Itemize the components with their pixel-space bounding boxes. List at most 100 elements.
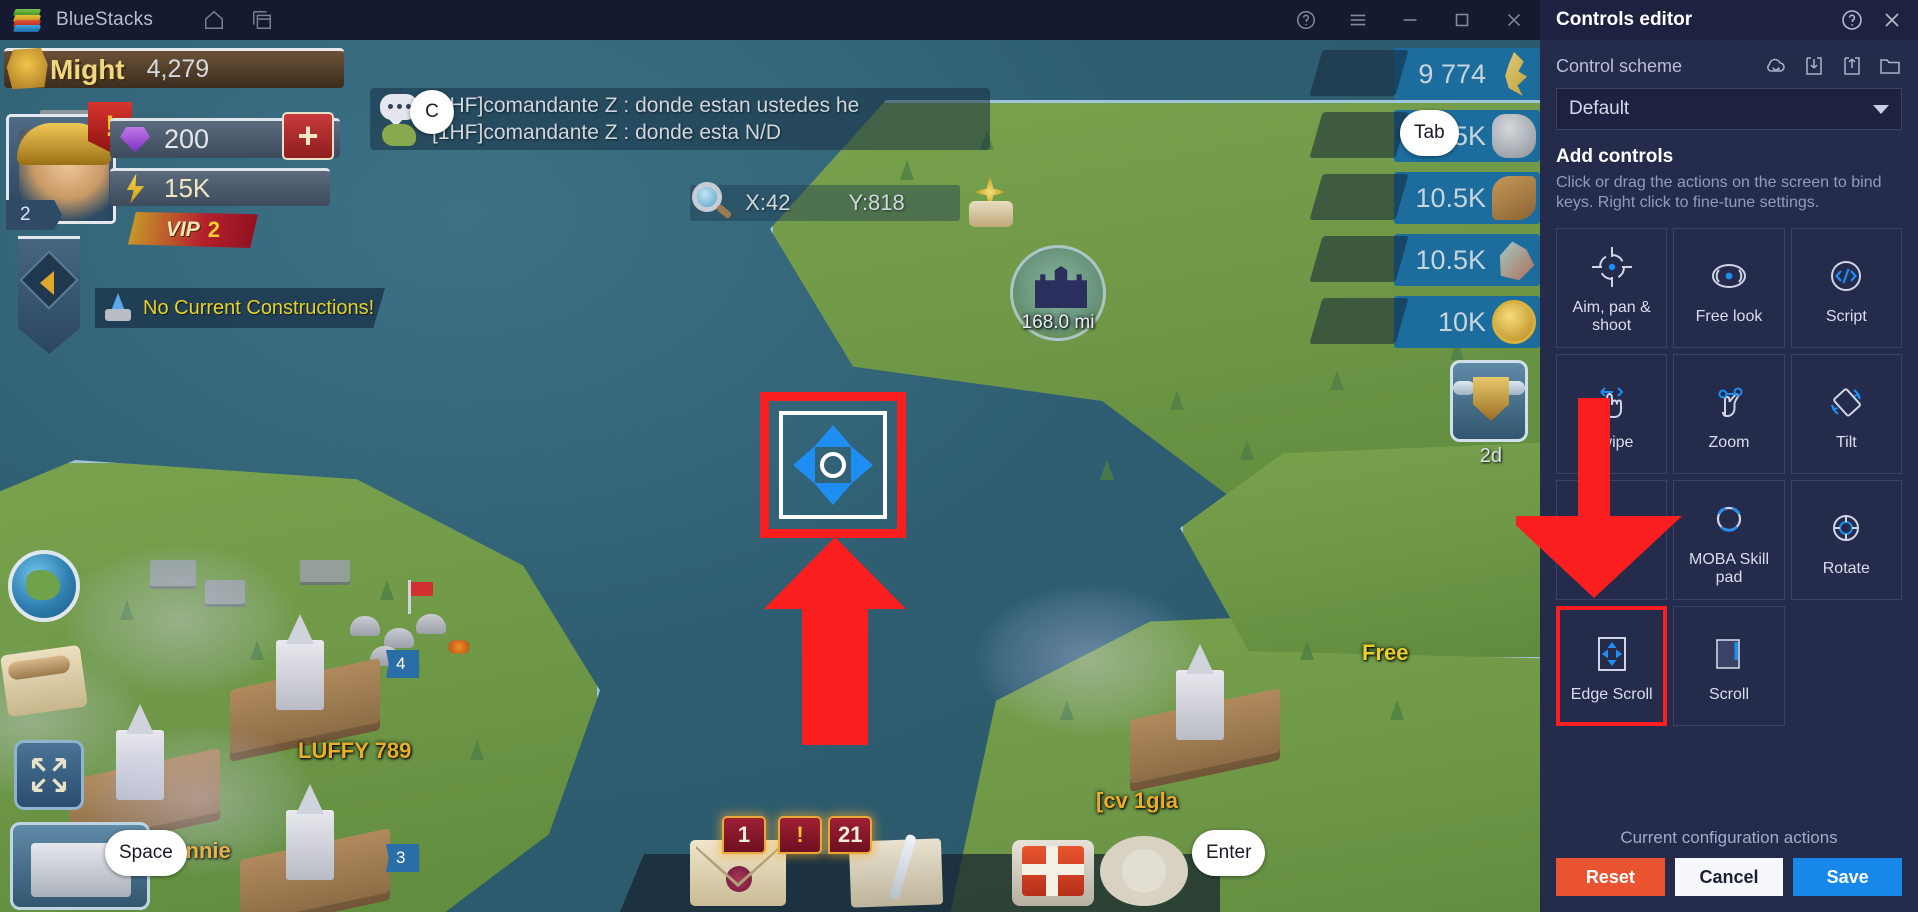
resource-value: 10K xyxy=(1437,306,1486,337)
arrow-left-icon xyxy=(793,446,815,484)
control-tile-rotate[interactable]: Rotate xyxy=(1790,479,1902,600)
menu-icon[interactable] xyxy=(1332,0,1384,40)
control-tile-scroll[interactable]: Scroll xyxy=(1673,605,1785,726)
control-tile-aim-pan-shoot[interactable]: Aim, pan & shoot xyxy=(1556,227,1668,348)
compass-scroll-icon[interactable] xyxy=(965,175,1021,231)
arrow-right-icon xyxy=(851,446,873,484)
minimize-icon[interactable] xyxy=(1384,0,1436,40)
moba-skill-icon xyxy=(1705,493,1753,545)
folder-icon[interactable] xyxy=(1878,54,1902,78)
center-dot-icon xyxy=(820,452,846,478)
control-tile-free-look[interactable]: Free look xyxy=(1673,227,1785,348)
map-tree xyxy=(1100,460,1114,480)
key-hint-space[interactable]: Space xyxy=(105,830,187,876)
bluestacks-titlebar: BlueStacks xyxy=(0,0,1540,40)
resource-row-wood[interactable]: 10.5K xyxy=(1394,172,1540,224)
settings-gear-button[interactable] xyxy=(1100,836,1188,906)
construction-banner[interactable]: No Current Constructions! xyxy=(95,288,385,328)
map-tree xyxy=(1330,370,1344,390)
crosshair-icon xyxy=(1588,241,1636,293)
map-tree xyxy=(1240,440,1254,460)
cancel-button[interactable]: Cancel xyxy=(1674,858,1784,896)
resource-value: 9 774 xyxy=(1418,58,1486,89)
gold-icon xyxy=(1492,300,1536,344)
alliance-timer-label: 2d xyxy=(1479,445,1502,467)
search-icon[interactable] xyxy=(690,180,736,226)
gift-button[interactable] xyxy=(1012,840,1094,906)
cloud-sync-icon[interactable] xyxy=(1764,54,1788,78)
map-building xyxy=(300,560,350,582)
import-icon[interactable] xyxy=(1802,54,1826,78)
control-tile-script[interactable]: Script xyxy=(1790,227,1902,348)
control-tile-tilt[interactable]: Tilt xyxy=(1790,353,1902,474)
buy-gems-button[interactable]: + xyxy=(282,112,334,160)
map-tree xyxy=(380,580,394,600)
key-hint-enter[interactable]: Enter xyxy=(1192,830,1266,876)
bluestacks-logo-icon xyxy=(12,7,42,33)
gem-icon xyxy=(120,126,150,153)
edge-scroll-frame xyxy=(779,411,887,519)
bolt-icon xyxy=(126,173,145,204)
vip-badge[interactable]: VIP 2 xyxy=(128,212,258,248)
control-tile-label: Scroll xyxy=(1708,685,1749,703)
game-viewport[interactable]: 4 LUFFY 789 [VL vlFalorennie 3 DehlsKlpe… xyxy=(0,40,1540,912)
edge-scroll-map-overlay[interactable] xyxy=(760,392,906,538)
castle-icon xyxy=(1035,266,1087,308)
titlebar-icon-group xyxy=(203,9,273,31)
mail-badge: 1 xyxy=(722,816,766,854)
map-tree xyxy=(900,160,914,180)
maximize-icon[interactable] xyxy=(1436,0,1488,40)
panel-footer: Current configuration actions Reset Canc… xyxy=(1540,818,1918,912)
stone-icon xyxy=(1492,114,1536,158)
might-bar[interactable]: Might 4,279 xyxy=(4,47,344,90)
world-map-button[interactable] xyxy=(8,550,80,622)
energy-bar[interactable]: 15K xyxy=(110,168,330,206)
close-icon[interactable] xyxy=(1880,8,1904,32)
might-label: Might xyxy=(50,53,125,85)
control-tile-edge-scroll[interactable]: Edge Scroll xyxy=(1556,605,1668,726)
add-controls-description: Click or drag the actions on the screen … xyxy=(1556,174,1882,212)
alliance-leaf-icon xyxy=(382,124,416,146)
close-icon[interactable] xyxy=(1488,0,1540,40)
control-tile-label: Zoom xyxy=(1708,433,1750,451)
city-level-flag: 3 xyxy=(386,844,420,872)
player-level-badge: 2 xyxy=(6,200,62,230)
multi-instance-icon[interactable] xyxy=(251,9,273,31)
key-hint-tab[interactable]: Tab xyxy=(1400,110,1459,156)
scheme-action-icons xyxy=(1764,54,1902,78)
control-tile-label: Script xyxy=(1825,307,1867,325)
wheat-icon xyxy=(1505,52,1528,96)
control-tile-label: Free look xyxy=(1695,307,1763,325)
control-tile-label: Edge Scroll xyxy=(1570,685,1653,703)
resource-value: 10.5K xyxy=(1415,244,1486,275)
panel-title: Controls editor xyxy=(1556,9,1693,30)
export-icon[interactable] xyxy=(1840,54,1864,78)
add-controls-title: Add controls xyxy=(1556,146,1674,167)
expand-view-button[interactable] xyxy=(14,740,84,810)
wood-icon xyxy=(1492,176,1536,220)
control-tile-label: Aim, pan & shoot xyxy=(1572,298,1651,334)
home-icon[interactable] xyxy=(203,9,225,31)
control-scheme-select[interactable]: Default xyxy=(1556,88,1902,130)
free-tile-label: Free xyxy=(1362,640,1409,665)
help-icon[interactable] xyxy=(1840,8,1864,32)
annotation-arrow-up xyxy=(764,537,906,745)
gems-value: 200 xyxy=(164,124,210,154)
scroll-quest-button[interactable] xyxy=(0,644,88,718)
reset-button[interactable]: Reset xyxy=(1556,858,1665,896)
chat-dots-icon xyxy=(388,104,411,109)
control-tile-label: Tilt xyxy=(1835,433,1857,451)
resource-row-gold[interactable]: 10K xyxy=(1394,296,1540,348)
vip-level: 2 xyxy=(207,217,221,242)
annotation-arrow-down xyxy=(1506,398,1692,598)
construction-banner-text: No Current Constructions! xyxy=(143,296,375,319)
help-icon[interactable] xyxy=(1280,0,1332,40)
save-button[interactable]: Save xyxy=(1793,858,1903,896)
control-scheme-label: Control scheme xyxy=(1556,55,1683,76)
key-hint-c[interactable]: C xyxy=(410,90,454,134)
panel-header: Controls editor xyxy=(1540,0,1918,40)
resource-row-ore[interactable]: 10.5K xyxy=(1394,234,1540,286)
resource-value: 10.5K xyxy=(1415,182,1486,213)
chat-overlay[interactable]: [1HF]comandante Z : donde estan ustedes … xyxy=(370,88,990,150)
resource-row-food[interactable]: 9 774 xyxy=(1394,48,1540,100)
